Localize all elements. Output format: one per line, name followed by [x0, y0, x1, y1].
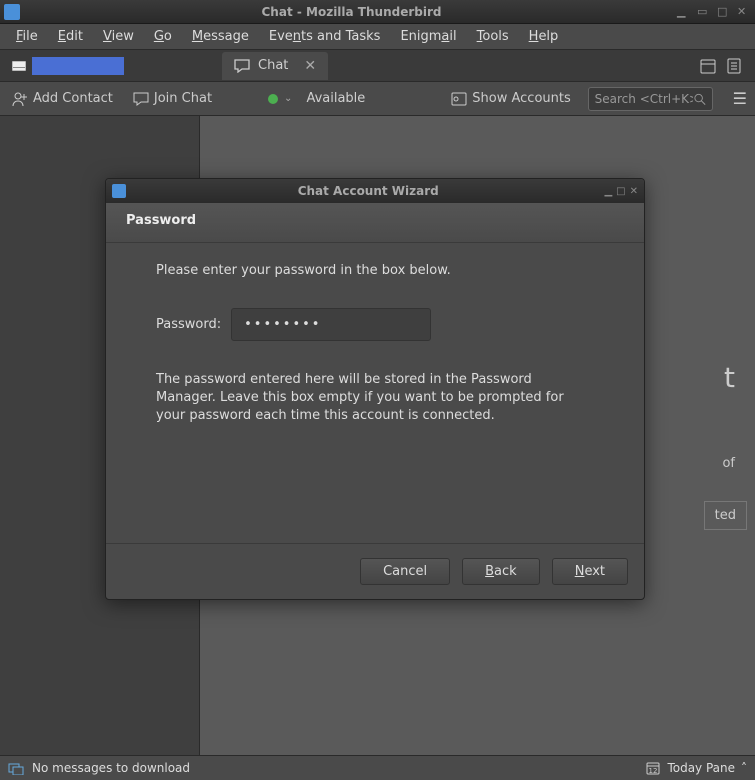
minimize-icon[interactable]: ▁: [677, 5, 691, 19]
tab-bar: Chat ✕: [0, 50, 755, 82]
wizard-heading: Password: [106, 203, 644, 243]
chevron-up-icon: ˄: [741, 761, 747, 775]
window-title: Chat - Mozilla Thunderbird: [26, 5, 677, 19]
bg-button-fragment: ted: [704, 501, 747, 530]
add-contact-icon: [12, 91, 28, 107]
bg-text-fragment: of: [722, 456, 735, 471]
menu-help[interactable]: Help: [521, 26, 567, 47]
show-accounts-label: Show Accounts: [472, 91, 570, 106]
add-contact-button[interactable]: Add Contact: [8, 87, 117, 111]
tasks-icon[interactable]: [725, 57, 743, 75]
mail-icon: [12, 61, 26, 71]
menu-enigmail[interactable]: Enigmail: [392, 26, 464, 47]
bg-heading-fragment: t: [724, 361, 735, 394]
menu-events[interactable]: Events and Tasks: [261, 26, 389, 47]
chevron-down-icon: ⌄: [284, 93, 292, 104]
wizard-instruction: Please enter your password in the box be…: [156, 263, 616, 278]
svg-text:12: 12: [649, 767, 658, 775]
wizard-titlebar: Chat Account Wizard ▁ □ ✕: [106, 179, 644, 203]
wizard-maximize-icon[interactable]: □: [616, 186, 625, 197]
chat-toolbar: Add Contact Join Chat ⌄ Available Show A…: [0, 82, 755, 116]
join-chat-icon: [133, 92, 149, 106]
tab-chat[interactable]: Chat ✕: [222, 52, 328, 80]
next-button[interactable]: Next: [552, 558, 628, 585]
password-input[interactable]: [231, 308, 431, 341]
menu-view[interactable]: View: [95, 26, 142, 47]
wizard-body: Please enter your password in the box be…: [106, 243, 644, 543]
menu-tools[interactable]: Tools: [469, 26, 517, 47]
search-icon: [693, 92, 706, 106]
maximize-icon[interactable]: □: [717, 5, 731, 19]
status-label: Available: [306, 91, 365, 106]
status-selector[interactable]: ⌄ Available: [268, 91, 365, 106]
wizard-close-icon[interactable]: ✕: [630, 186, 638, 197]
wizard-footer: Cancel Back Next: [106, 543, 644, 599]
status-bar: No messages to download 12 Today Pane ˄: [0, 755, 755, 780]
app-icon: [4, 4, 20, 20]
menu-message[interactable]: Message: [184, 26, 257, 47]
chat-account-wizard: Chat Account Wizard ▁ □ ✕ Password Pleas…: [105, 178, 645, 600]
back-button[interactable]: Back: [462, 558, 540, 585]
show-accounts-button[interactable]: Show Accounts: [447, 87, 574, 110]
status-network-icon: [8, 761, 24, 775]
wizard-app-icon: [112, 184, 126, 198]
wizard-minimize-icon[interactable]: ▁: [604, 186, 612, 197]
password-label: Password:: [156, 317, 221, 332]
wizard-title: Chat Account Wizard: [132, 184, 604, 198]
menu-go[interactable]: Go: [146, 26, 180, 47]
status-available-icon: [268, 94, 278, 104]
today-pane-label: Today Pane: [667, 761, 735, 775]
tab-mail[interactable]: [4, 53, 132, 79]
search-placeholder: Search <Ctrl+K>: [595, 92, 693, 106]
menu-bar: File Edit View Go Message Events and Tas…: [0, 24, 755, 50]
window-controls: ▁ ▭ □ ✕: [677, 5, 751, 19]
status-message: No messages to download: [32, 761, 190, 775]
mail-tab-label: [32, 57, 124, 75]
today-pane-icon: 12: [645, 760, 661, 776]
search-input[interactable]: Search <Ctrl+K>: [588, 87, 713, 111]
join-chat-button[interactable]: Join Chat: [129, 87, 216, 110]
today-pane-toggle[interactable]: 12 Today Pane ˄: [645, 760, 747, 776]
tab-close-icon[interactable]: ✕: [304, 58, 316, 74]
menu-edit[interactable]: Edit: [50, 26, 91, 47]
wizard-note: The password entered here will be stored…: [156, 371, 566, 426]
restore-icon[interactable]: ▭: [697, 5, 711, 19]
cancel-button[interactable]: Cancel: [360, 558, 450, 585]
app-menu-button[interactable]: ☰: [733, 89, 747, 108]
chat-icon: [234, 59, 250, 73]
window-titlebar: Chat - Mozilla Thunderbird ▁ ▭ □ ✕: [0, 0, 755, 24]
join-chat-label: Join Chat: [154, 91, 212, 106]
menu-file[interactable]: File: [8, 26, 46, 47]
chat-tab-label: Chat: [258, 58, 288, 73]
accounts-icon: [451, 92, 467, 106]
close-icon[interactable]: ✕: [737, 5, 751, 19]
add-contact-label: Add Contact: [33, 91, 113, 106]
calendar-icon[interactable]: [699, 57, 717, 75]
